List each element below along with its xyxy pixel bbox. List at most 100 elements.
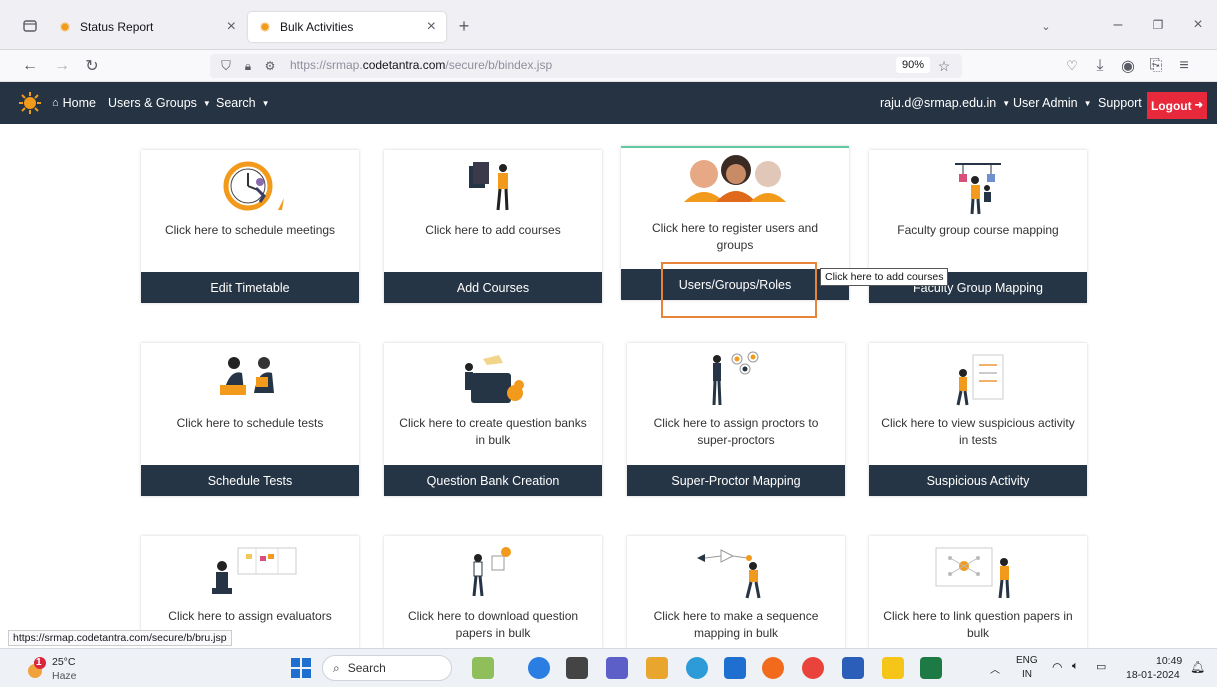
nav-home[interactable]: ⌂ Home: [52, 96, 96, 110]
mail-icon[interactable]: [724, 657, 746, 679]
extensions-icon[interactable]: ⎘: [1144, 54, 1168, 78]
add-courses-button[interactable]: Add Courses: [384, 272, 602, 303]
card-description: Click here to assign proctors to super-p…: [653, 416, 819, 447]
wifi-icon[interactable]: ◠: [1052, 660, 1062, 674]
language-top[interactable]: ENG: [1016, 655, 1038, 666]
excel-icon[interactable]: [920, 657, 942, 679]
start-icon[interactable]: [290, 657, 312, 684]
questionbank-illustration-icon: [453, 351, 533, 414]
card-description: Click here to add courses: [425, 223, 561, 237]
volume-icon[interactable]: 🔈︎: [1072, 660, 1079, 673]
language-bottom[interactable]: IN: [1022, 669, 1032, 680]
pocket-icon[interactable]: ♡: [1060, 54, 1084, 78]
card-super-proctor-mapping[interactable]: Click here to assign proctors to super-p…: [627, 343, 845, 496]
home-icon: ⌂: [52, 97, 59, 109]
card-description: Click here to download question papers i…: [407, 609, 579, 640]
url-bar[interactable]: ⛉ 🔒︎ ⚙ https://srmap.codetantra.com/secu…: [210, 54, 962, 78]
reload-icon[interactable]: ↻: [80, 54, 104, 78]
task-view-icon[interactable]: [566, 657, 588, 679]
notification-bell-icon[interactable]: 🔔︎: [1190, 660, 1205, 674]
taskbar-search-label: Search: [347, 661, 386, 675]
nav-search[interactable]: Search ▼: [216, 96, 270, 110]
link-illustration-icon: [928, 544, 1028, 607]
windows-taskbar: 1 25°C Haze ⌕ Search ︿ ENG IN ◠ 🔈︎ ▭ 10:…: [0, 648, 1217, 687]
sun-logo-icon: ✹: [259, 18, 271, 35]
firefox-icon[interactable]: [762, 657, 784, 679]
bookmark-star-icon[interactable]: ☆: [932, 54, 956, 78]
lock-icon[interactable]: 🔒︎: [236, 54, 260, 78]
battery-icon[interactable]: ▭: [1096, 660, 1106, 673]
folder-icon[interactable]: [882, 657, 904, 679]
tab-overview-icon[interactable]: [18, 14, 42, 38]
forward-icon[interactable]: →: [50, 54, 74, 78]
card-schedule-tests[interactable]: Click here to schedule tests Schedule Te…: [141, 343, 359, 496]
clock-time[interactable]: 10:49: [1156, 655, 1182, 667]
url-text: https://srmap.codetantra.com/secure/b/bi…: [290, 58, 553, 72]
logout-icon: ➜: [1194, 100, 1204, 111]
tab-list-icon[interactable]: ⌄: [1034, 14, 1058, 38]
mapping-illustration-icon: [943, 158, 1013, 221]
status-bar-link: https://srmap.codetantra.com/secure/b/br…: [8, 630, 232, 646]
minimize-icon[interactable]: –: [1106, 13, 1130, 37]
close-icon[interactable]: ×: [427, 18, 436, 36]
card-download-question-papers[interactable]: Click here to download question papers i…: [384, 536, 602, 648]
nav-users-groups[interactable]: Users & Groups ▼: [108, 96, 211, 110]
card-suspicious-activity[interactable]: Click here to view suspicious activity i…: [869, 343, 1087, 496]
download-icon[interactable]: ⤓: [1088, 54, 1112, 78]
app-logo-icon[interactable]: [18, 91, 42, 118]
user-email-label: raju.d@srmap.edu.in: [880, 96, 997, 110]
card-add-courses[interactable]: Click here to add courses Add Courses: [384, 150, 602, 303]
card-description: Click here to assign evaluators: [168, 609, 332, 623]
taskbar-search[interactable]: ⌕ Search: [322, 655, 452, 681]
card-sequence-mapping[interactable]: Click here to make a sequence mapping in…: [627, 536, 845, 648]
edit-timetable-button[interactable]: Edit Timetable: [141, 272, 359, 303]
tab-bulk-activities[interactable]: ✹ Bulk Activities ×: [248, 12, 446, 42]
card-description: Click here to register users and groups: [651, 221, 819, 252]
file-explorer-icon[interactable]: [646, 657, 668, 679]
back-icon[interactable]: ←: [18, 54, 42, 78]
clock-illustration-icon: [210, 158, 290, 221]
app-header: ⌂ Home Users & Groups ▼ Search ▼ raju.d@sr…: [0, 82, 1217, 124]
card-link-question-papers[interactable]: Click here to link question papers in bu…: [869, 536, 1087, 648]
restore-icon[interactable]: ❐: [1146, 13, 1170, 37]
close-window-icon[interactable]: ×: [1186, 13, 1210, 37]
card-question-bank-creation[interactable]: Click here to create question banks in b…: [384, 343, 602, 496]
clock-date[interactable]: 18-01-2024: [1126, 669, 1180, 681]
card-description: Faculty group course mapping: [897, 223, 1059, 237]
logout-button[interactable]: Logout ➜: [1147, 92, 1207, 119]
widgets-icon[interactable]: [472, 657, 494, 679]
super-proctor-mapping-button[interactable]: Super-Proctor Mapping: [627, 465, 845, 496]
nav-support[interactable]: Support: [1098, 96, 1142, 110]
teams-icon[interactable]: [606, 657, 628, 679]
caret-down-icon: ▼: [202, 98, 211, 108]
zoom-level[interactable]: 90%: [896, 57, 931, 73]
suspicious-activity-button[interactable]: Suspicious Activity: [869, 465, 1087, 496]
browser-navbar: ← → ↻ ⛉ 🔒︎ ⚙ https://srmap.codetantra.co…: [0, 50, 1217, 82]
tests-illustration-icon: [210, 351, 290, 414]
nav-users-groups-label: Users & Groups: [108, 96, 197, 110]
card-edit-timetable[interactable]: Click here to schedule meetings Edit Tim…: [141, 150, 359, 303]
nav-user-email[interactable]: raju.d@srmap.edu.in ▼: [880, 96, 1010, 110]
chevron-up-icon[interactable]: ︿: [990, 661, 1000, 676]
card-description: Click here to link question papers in bu…: [883, 609, 1073, 640]
caret-down-icon: ▼: [1002, 98, 1011, 108]
weather-desc: Haze: [52, 670, 77, 682]
permissions-icon[interactable]: ⚙: [258, 54, 282, 78]
sun-logo-icon: ✹: [59, 18, 71, 35]
card-description: Click here to schedule tests: [176, 416, 324, 430]
course-illustration-icon: [463, 158, 523, 221]
account-icon[interactable]: ◉: [1116, 54, 1140, 78]
edge-icon[interactable]: [686, 657, 708, 679]
weather-badge: 1: [36, 657, 42, 668]
shield-icon[interactable]: ⛉: [214, 54, 238, 78]
word-icon[interactable]: [842, 657, 864, 679]
close-icon[interactable]: ×: [227, 18, 236, 36]
nav-user-admin[interactable]: User Admin ▼: [1013, 96, 1092, 110]
schedule-tests-button[interactable]: Schedule Tests: [141, 465, 359, 496]
copilot-icon[interactable]: [528, 657, 550, 679]
question-bank-creation-button[interactable]: Question Bank Creation: [384, 465, 602, 496]
menu-icon[interactable]: ≡: [1172, 54, 1196, 78]
new-tab-icon[interactable]: +: [452, 14, 476, 38]
chrome-icon[interactable]: [802, 657, 824, 679]
tab-status-report[interactable]: ✹ Status Report ×: [48, 12, 246, 42]
